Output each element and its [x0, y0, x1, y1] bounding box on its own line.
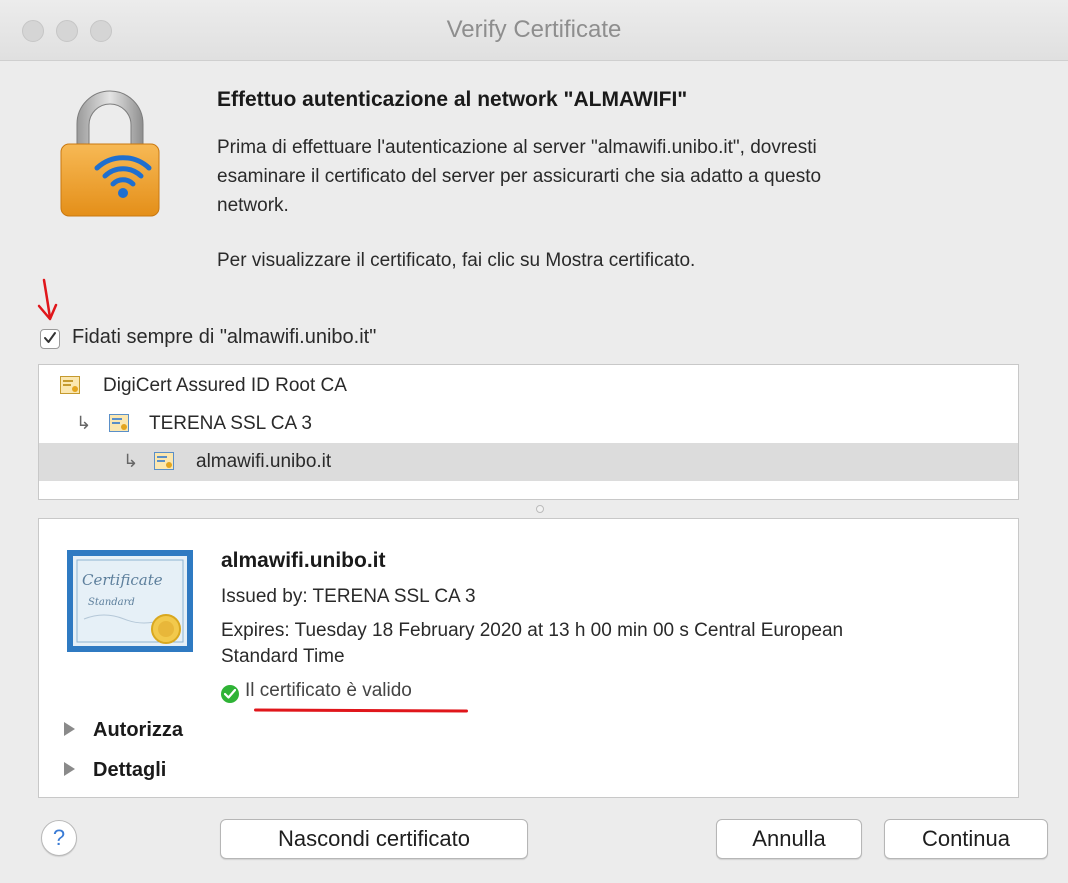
disclosure-triangle-icon	[64, 721, 75, 736]
expires-line-continued: Standard Time	[221, 646, 345, 667]
chain-item-label: DigiCert Assured ID Root CA	[103, 375, 347, 396]
certificate-icon	[60, 376, 80, 394]
certificate-name: almawifi.unibo.it	[221, 549, 386, 572]
hide-certificate-button[interactable]: Nascondi certificato	[220, 819, 528, 859]
lock-wifi-icon	[60, 90, 160, 217]
chain-item-root[interactable]: DigiCert Assured ID Root CA	[39, 367, 1018, 405]
trust-always-checkbox[interactable]	[40, 329, 60, 349]
description-line: Prima di effettuare l'autenticazione al …	[217, 137, 817, 158]
checkmark-icon	[44, 332, 56, 343]
issued-by: Issued by: TERENA SSL CA 3	[221, 586, 476, 607]
window-title: Verify Certificate	[446, 16, 622, 43]
section-label: Dettagli	[93, 759, 167, 781]
split-view-handle[interactable]	[536, 505, 544, 513]
dialog-heading: Effettuo autenticazione al network "ALMA…	[217, 88, 688, 111]
chain-item-label: TERENA SSL CA 3	[149, 413, 312, 434]
certificate-image-icon: Certificate Standard	[67, 550, 193, 652]
trust-section-toggle[interactable]: Autorizza	[64, 719, 183, 742]
certificate-chain-list: DigiCert Assured ID Root CA ↳ TERENA SSL…	[38, 364, 1019, 500]
title-bar: Verify Certificate	[0, 0, 1068, 61]
certificate-icon	[109, 414, 129, 432]
details-section-toggle[interactable]: Dettagli	[64, 759, 166, 782]
chain-item-leaf[interactable]: ↳ almawifi.unibo.it	[39, 443, 1018, 481]
disclosure-triangle-icon	[64, 761, 75, 776]
valid-check-icon	[221, 685, 239, 703]
help-button[interactable]: ?	[41, 820, 77, 856]
continue-button[interactable]: Continua	[884, 819, 1048, 859]
annotation-underline	[253, 708, 469, 713]
annotation-arrow-icon	[37, 278, 58, 321]
chain-item-label: almawifi.unibo.it	[196, 451, 332, 472]
child-arrow-icon: ↳	[76, 413, 92, 433]
dialog-description: Prima di effettuare l'autenticazione al …	[217, 133, 1007, 220]
cancel-button[interactable]: Annulla	[716, 819, 862, 859]
description-line: esaminare il certificato del server per …	[217, 166, 822, 187]
trust-always-label[interactable]: Fidati sempre di "almawifi.unibo.it"	[72, 326, 376, 349]
section-label: Autorizza	[93, 719, 183, 741]
svg-text:Standard: Standard	[88, 597, 135, 608]
certificate-icon	[154, 452, 174, 470]
child-arrow-icon: ↳	[123, 451, 139, 471]
expires-line: Expires: Tuesday 18 February 2020 at 13 …	[221, 620, 844, 641]
description-line: network.	[217, 195, 289, 216]
certificate-status: Il certificato è valido	[245, 680, 412, 701]
dialog-instruction: Per visualizzare il certificato, fai cli…	[217, 250, 696, 271]
chain-item-intermediate[interactable]: ↳ TERENA SSL CA 3	[39, 405, 1018, 443]
certificate-detail-panel: Certificate Standard almawifi.unibo.it I…	[38, 518, 1019, 798]
svg-text:Certificate: Certificate	[82, 571, 163, 589]
